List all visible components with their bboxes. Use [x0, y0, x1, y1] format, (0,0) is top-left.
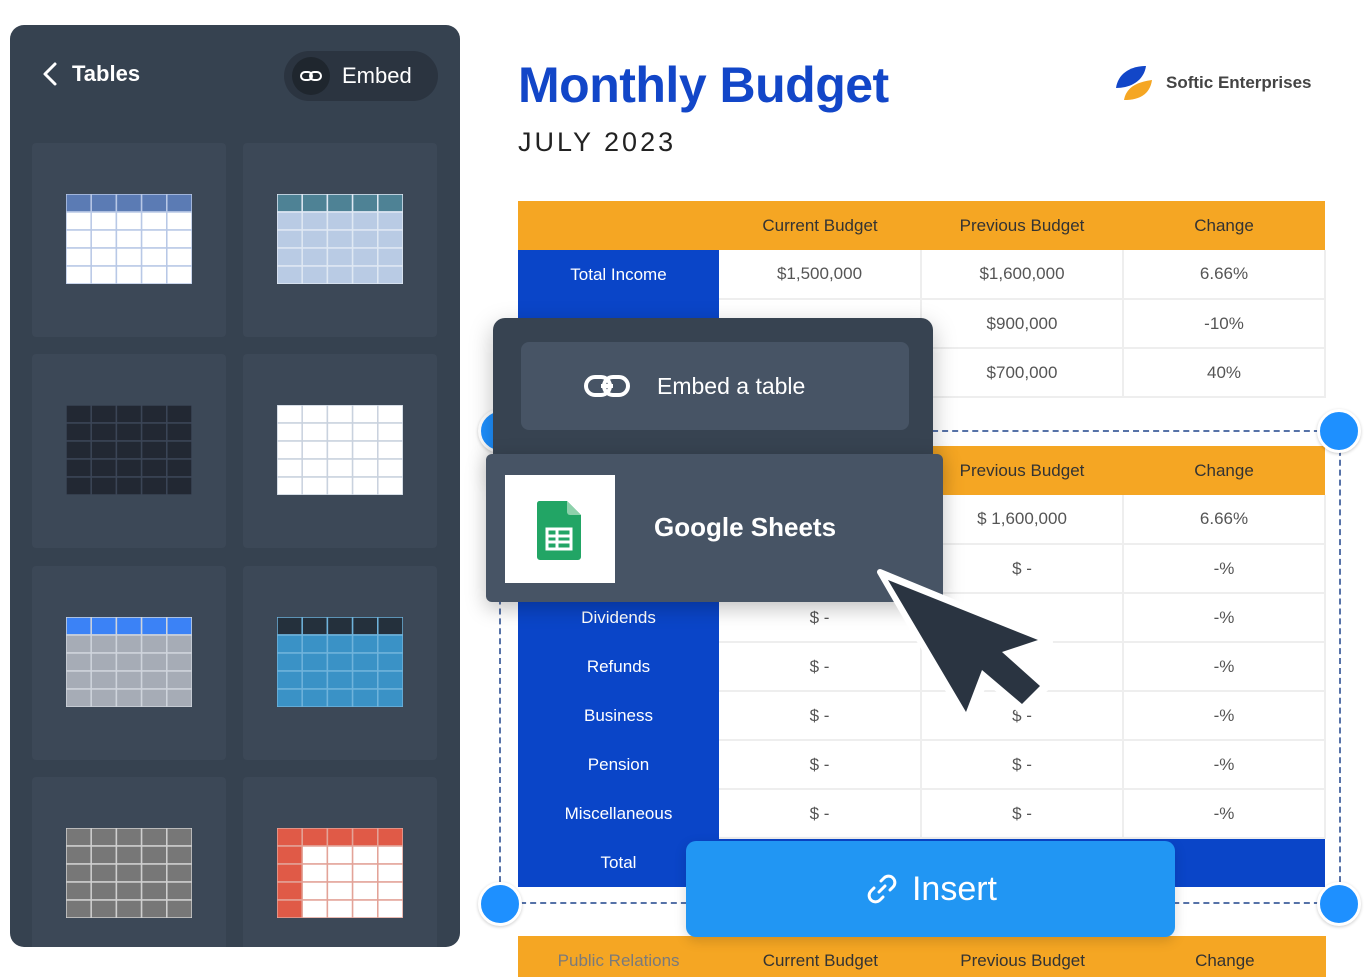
table-template-icon [66, 828, 192, 918]
google-sheets-label: Google Sheets [654, 512, 837, 542]
table-template-7[interactable] [32, 777, 226, 947]
embed-table-option[interactable]: Embed a table [521, 342, 909, 430]
table-cell: $ - [719, 789, 922, 839]
mouse-pointer-icon [877, 569, 1053, 727]
table-template-icon [277, 617, 403, 707]
embed-button-label: Embed [342, 63, 412, 88]
resize-handle-bottom-right[interactable] [1317, 882, 1361, 926]
sidebar-title: Tables [72, 61, 141, 86]
row-label: Refunds [518, 642, 719, 691]
back-button[interactable]: Tables [40, 61, 140, 87]
row-label: Business [518, 691, 719, 740]
table-template-icon [277, 828, 403, 918]
table-cell: -% [1123, 691, 1326, 741]
column-header: Change [1123, 446, 1325, 495]
tables-sidebar: Tables Embed [10, 25, 460, 947]
table-cell: 6.66% [1123, 495, 1326, 545]
google-sheets-logo [505, 475, 615, 583]
column-header: Previous Budget [921, 446, 1123, 495]
sidebar-header: Tables Embed [10, 25, 460, 125]
table-template-1[interactable] [32, 143, 226, 337]
table-cell: $900,000 [921, 299, 1124, 349]
table-cell: -% [1123, 642, 1326, 692]
table-template-icon [66, 194, 192, 284]
column-header: Current Budget [719, 201, 921, 250]
table-cell: $ - [921, 789, 1124, 839]
table-template-4[interactable] [243, 354, 437, 548]
column-header: Change [1123, 936, 1326, 977]
table-cell: $ 1,600,000 [921, 495, 1124, 545]
leaf-logo-icon [1116, 66, 1152, 100]
table-cell: -10% [1123, 299, 1326, 349]
table-template-icon [277, 405, 403, 495]
table-cell: 40% [1123, 348, 1326, 398]
table-cell: $700,000 [921, 348, 1124, 398]
table-cell: $ - [921, 740, 1124, 790]
link-icon [292, 57, 330, 95]
public-relations-table[interactable]: Public Relations Current Budget Previous… [518, 936, 1326, 977]
resize-handle-top-right[interactable] [1317, 409, 1361, 453]
table-template-5[interactable] [32, 566, 226, 760]
document-title: Monthly Budget [518, 57, 889, 113]
selection-right-edge [1339, 430, 1341, 902]
brand-logo: Softic Enterprises [1112, 64, 1312, 102]
table-cell: -% [1123, 593, 1326, 643]
column-header [518, 201, 719, 250]
table-template-6[interactable] [243, 566, 437, 760]
table-template-3[interactable] [32, 354, 226, 548]
table-row: Pension $ - $ - -% [518, 740, 1326, 790]
column-header: Previous Budget [921, 201, 1123, 250]
table-cell: $ - [719, 740, 922, 790]
table-cell: $1,600,000 [921, 250, 1124, 300]
embed-menu: Embed a table [493, 318, 933, 476]
table-template-icon [277, 194, 403, 284]
table-cell: 6.66% [1123, 250, 1326, 300]
table-template-icon [66, 405, 192, 495]
brand-name: Softic Enterprises [1166, 73, 1312, 92]
table-cell: -% [1123, 544, 1326, 594]
row-label: Total Income [518, 250, 719, 299]
row-label: Miscellaneous [518, 789, 719, 838]
table-template-8[interactable] [243, 777, 437, 947]
google-sheets-icon [536, 501, 581, 560]
column-header: Public Relations [518, 936, 720, 977]
row-label: Pension [518, 740, 719, 789]
embed-button[interactable]: Embed [284, 51, 438, 101]
table-row: Total Income $1,500,000 $1,600,000 6.66% [518, 250, 1326, 300]
document-subtitle: JULY 2023 [518, 127, 677, 157]
link-icon [584, 375, 630, 397]
table-cell: -% [1123, 789, 1326, 839]
column-header: Current Budget [719, 936, 922, 977]
table-row: Miscellaneous $ - $ - -% [518, 789, 1326, 839]
insert-button[interactable]: Insert [686, 841, 1175, 937]
resize-handle-bottom-left[interactable] [478, 882, 522, 926]
embed-table-label: Embed a table [657, 373, 806, 399]
insert-button-label: Insert [911, 869, 998, 908]
link-icon [867, 874, 897, 904]
column-header: Change [1123, 201, 1325, 250]
table-cell: -% [1123, 740, 1326, 790]
column-header: Previous Budget [921, 936, 1124, 977]
table-cell: $1,500,000 [719, 250, 922, 300]
table-template-2[interactable] [243, 143, 437, 337]
chevron-left-icon [43, 62, 57, 86]
table-template-icon [66, 617, 192, 707]
